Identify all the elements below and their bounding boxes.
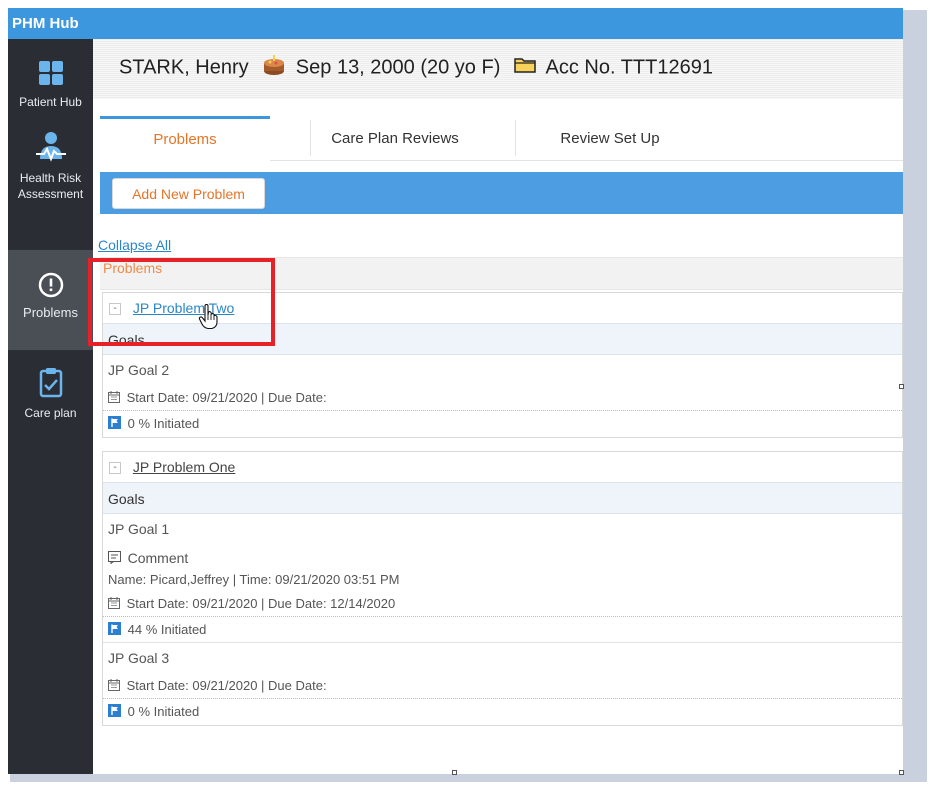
- add-new-problem-button[interactable]: Add New Problem: [112, 178, 265, 209]
- sidebar-item-care-plan[interactable]: Care plan: [8, 366, 93, 421]
- alert-circle-icon: [8, 272, 93, 301]
- flag-icon: [108, 700, 121, 726]
- sidebar-item-label-line1: Health Risk: [19, 171, 82, 185]
- tab-problems[interactable]: Problems: [100, 116, 270, 161]
- app-window: PHM Hub Patient Hub Health Risk Assessme…: [8, 8, 903, 774]
- goal-status: 44 % Initiated: [103, 617, 902, 643]
- goal-status: 0 % Initiated: [103, 411, 902, 437]
- sidebar-item-problems[interactable]: Problems: [8, 250, 93, 350]
- patient-dob: Sep 13, 2000 (20 yo F): [295, 56, 501, 79]
- goal-status-text: 0 % Initiated: [127, 704, 200, 719]
- section-title-text: Problems: [103, 260, 163, 276]
- sidebar-item-label: Problems: [23, 305, 78, 320]
- patient-name: STARK, Henry: [119, 56, 249, 79]
- sidebar-item-patient-hub[interactable]: Patient Hub: [8, 59, 93, 110]
- comment-meta: Name: Picard,Jeffrey | Time: 09/21/2020 …: [108, 572, 400, 587]
- problem-header: - JP Problem Two: [103, 293, 902, 323]
- sidebar-item-label-line2: Assessment: [17, 187, 84, 201]
- goal-name: JP Goal 1: [108, 521, 170, 537]
- resize-handle-corner[interactable]: [899, 770, 904, 775]
- goal-dates-text: Start Date: 09/21/2020 | Due Date:: [126, 678, 327, 693]
- app-title-bar: PHM Hub: [8, 8, 903, 39]
- sidebar: Patient Hub Health Risk Assessment Probl…: [8, 39, 93, 774]
- tab-care-plan-reviews[interactable]: Care Plan Reviews: [285, 116, 505, 161]
- comment-icon: [108, 549, 121, 571]
- problem-card: - JP Problem Two Goals JP Goal 2 Start D…: [102, 292, 903, 438]
- calendar-icon: [108, 386, 120, 412]
- goal-name: JP Goal 2: [108, 362, 170, 378]
- birthday-cake-icon: [262, 54, 286, 82]
- resize-handle-bottom[interactable]: [452, 770, 457, 775]
- goal-dates: Start Date: 09/21/2020 | Due Date: 12/14…: [103, 591, 902, 617]
- tab-review-set-up[interactable]: Review Set Up: [510, 116, 710, 161]
- sidebar-item-label: Patient Hub: [19, 95, 82, 109]
- goal-status: 0 % Initiated: [103, 699, 902, 725]
- main-content: STARK, Henry Sep 13, 2000 (20 yo F) Acc …: [93, 39, 903, 774]
- flag-icon: [108, 412, 121, 438]
- collapse-all-link[interactable]: Collapse All: [98, 237, 171, 253]
- grid-icon: [8, 59, 93, 90]
- goal-dates: Start Date: 09/21/2020 | Due Date:: [103, 673, 902, 699]
- flag-icon: [108, 618, 121, 644]
- calendar-icon: [108, 674, 120, 700]
- patient-account-number: Acc No. TTT12691: [545, 56, 713, 79]
- goal-dates: Start Date: 09/21/2020 | Due Date:: [103, 385, 902, 411]
- problems-section-title: Problems: [100, 257, 903, 290]
- comment-label: Comment: [127, 550, 189, 566]
- clipboard-check-icon: [8, 366, 93, 401]
- problem-header: - JP Problem One: [103, 452, 902, 482]
- collapse-toggle[interactable]: -: [109, 303, 121, 316]
- app-title: PHM Hub: [12, 15, 79, 32]
- tab-bar: Problems Care Plan Reviews Review Set Up: [100, 116, 903, 161]
- folder-icon: [514, 56, 536, 80]
- goals-header: Goals: [103, 323, 902, 355]
- goal-comment: Comment: [103, 547, 902, 569]
- resize-handle-right[interactable]: [899, 384, 904, 389]
- goal-status-text: 44 % Initiated: [127, 622, 207, 637]
- window-shadow-right: [903, 10, 927, 782]
- sidebar-item-label: Care plan: [24, 406, 77, 420]
- goal-dates-text: Start Date: 09/21/2020 | Due Date:: [126, 390, 327, 405]
- sidebar-item-health-risk[interactable]: Health Risk Assessment: [8, 131, 93, 202]
- goal-dates-text: Start Date: 09/21/2020 | Due Date: 12/14…: [126, 596, 396, 611]
- window-shadow-bottom: [10, 774, 927, 782]
- goal-status-text: 0 % Initiated: [127, 416, 200, 431]
- problems-toolbar: Add New Problem: [100, 172, 903, 214]
- problem-card: - JP Problem One Goals JP Goal 1 Comment…: [102, 451, 903, 726]
- health-risk-icon: [8, 131, 93, 166]
- calendar-icon: [108, 592, 120, 618]
- patient-banner: STARK, Henry Sep 13, 2000 (20 yo F) Acc …: [119, 54, 713, 82]
- goal-name: JP Goal 3: [108, 650, 170, 666]
- patient-header: STARK, Henry Sep 13, 2000 (20 yo F) Acc …: [93, 39, 903, 99]
- collapse-toggle[interactable]: -: [109, 462, 121, 475]
- problem-link[interactable]: JP Problem One: [133, 459, 235, 475]
- hand-cursor-icon: [198, 303, 220, 333]
- goals-header: Goals: [103, 482, 902, 514]
